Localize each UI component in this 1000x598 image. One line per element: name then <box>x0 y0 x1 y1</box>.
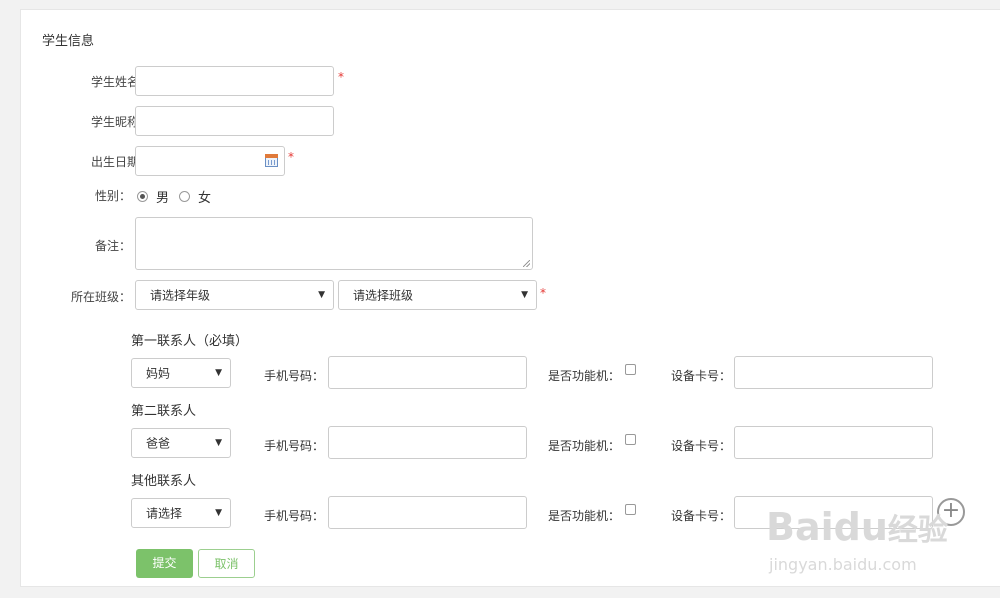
dropdown-arrow-icon: ▼ <box>318 290 325 300</box>
class-select-value: 请选择班级 <box>353 288 414 303</box>
birthday-input[interactable] <box>135 146 285 176</box>
contact-1-phone-input[interactable] <box>328 356 527 389</box>
contact-1-phone-label: 手机号码： <box>264 369 325 383</box>
birthday-required-mark: * <box>288 150 294 164</box>
contact-2-feature-checkbox[interactable] <box>625 434 636 445</box>
contact-1-feature-checkbox[interactable] <box>625 364 636 375</box>
remark-textarea[interactable] <box>135 217 533 270</box>
contact-3-phone-input[interactable] <box>328 496 527 529</box>
grade-select[interactable]: 请选择年级 ▼ <box>135 280 334 310</box>
dropdown-arrow-icon: ▼ <box>215 438 222 448</box>
watermark-brand-cn: 经验 <box>887 513 948 548</box>
dropdown-arrow-icon: ▼ <box>215 368 222 378</box>
watermark-brand-text: Baidu <box>766 505 888 549</box>
contact-3-feature-checkbox[interactable] <box>625 504 636 515</box>
contact-1-relation-value: 妈妈 <box>146 366 171 381</box>
dropdown-arrow-icon: ▼ <box>521 290 528 300</box>
class-required-mark: * <box>540 286 546 300</box>
contact-1-feature-label: 是否功能机： <box>548 369 621 383</box>
student-name-input[interactable] <box>135 66 334 96</box>
section-title: 学生信息 <box>42 34 95 49</box>
contact-2-title: 第二联系人 <box>131 404 197 419</box>
watermark-url: jingyan.baidu.com <box>769 555 917 574</box>
contact-2-phone-input[interactable] <box>328 426 527 459</box>
contact-1-relation-select[interactable]: 妈妈 ▼ <box>131 358 231 388</box>
remark-label: 备注： <box>94 239 131 253</box>
contact-3-card-label: 设备卡号： <box>671 509 732 523</box>
contact-3-phone-label: 手机号码： <box>264 509 325 523</box>
contact-3-relation-select[interactable]: 请选择 ▼ <box>131 498 231 528</box>
grade-select-value: 请选择年级 <box>150 288 211 303</box>
submit-button[interactable]: 提交 <box>136 549 193 578</box>
gender-male-label: 男 <box>156 191 170 206</box>
class-label: 所在班级： <box>70 290 131 304</box>
gender-female-radio[interactable] <box>179 191 190 202</box>
watermark-brand: Baidu经验 <box>766 505 948 549</box>
dropdown-arrow-icon: ▼ <box>215 508 222 518</box>
contact-3-relation-value: 请选择 <box>146 506 183 521</box>
contact-1-title: 第一联系人（必填） <box>131 334 249 349</box>
calendar-icon[interactable] <box>265 154 278 167</box>
contact-1-card-input[interactable] <box>734 356 933 389</box>
name-required-mark: * <box>338 70 344 84</box>
contact-3-title: 其他联系人 <box>131 474 197 489</box>
gender-label: 性别： <box>94 189 131 203</box>
class-select[interactable]: 请选择班级 ▼ <box>338 280 537 310</box>
contact-2-card-label: 设备卡号： <box>671 439 732 453</box>
cancel-button[interactable]: 取消 <box>198 549 255 578</box>
contact-2-card-input[interactable] <box>734 426 933 459</box>
resize-handle[interactable] <box>523 260 530 267</box>
contact-2-relation-select[interactable]: 爸爸 ▼ <box>131 428 231 458</box>
student-info-panel: 学生信息 学生姓名： * 学生昵称： 出生日期： * 性别： 男 女 备注： 所… <box>20 9 1000 587</box>
contact-2-feature-label: 是否功能机： <box>548 439 621 453</box>
gender-male-radio[interactable] <box>137 191 148 202</box>
contact-2-phone-label: 手机号码： <box>264 439 325 453</box>
student-nickname-input[interactable] <box>135 106 334 136</box>
contact-2-relation-value: 爸爸 <box>146 436 171 451</box>
contact-3-feature-label: 是否功能机： <box>548 509 621 523</box>
contact-1-card-label: 设备卡号： <box>671 369 732 383</box>
gender-female-label: 女 <box>198 191 212 206</box>
